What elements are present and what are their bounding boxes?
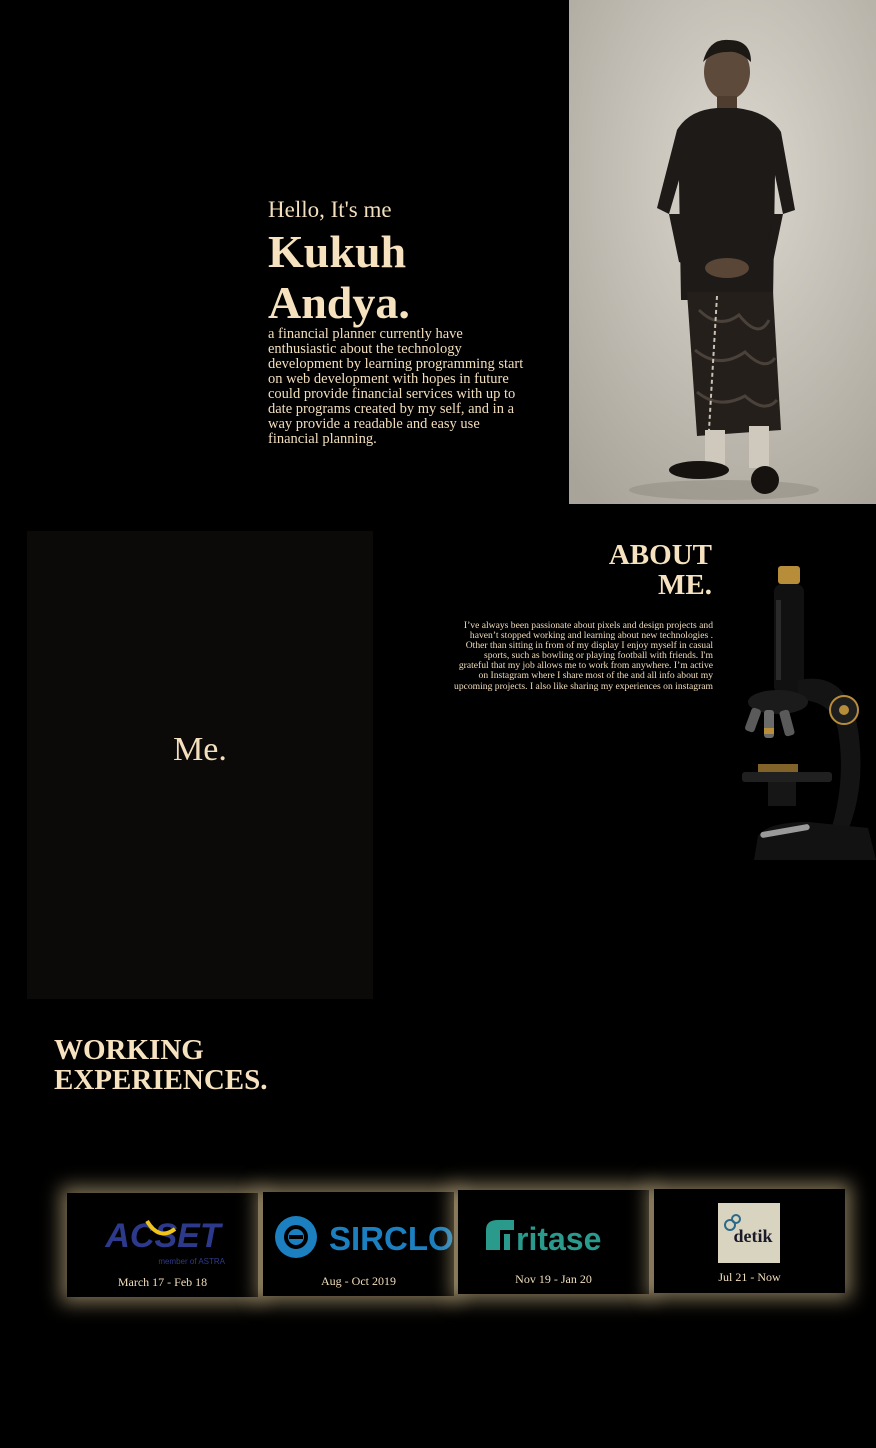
about-title: ABOUT ME. [609, 540, 712, 600]
experience-card-detik[interactable]: detik Jul 21 - Now [654, 1189, 845, 1293]
svg-text:ACSET: ACSET [104, 1217, 223, 1255]
about-title-line2: ME. [658, 569, 712, 601]
experience-date: Nov 19 - Jan 20 [515, 1272, 592, 1286]
experience-date: Aug - Oct 2019 [321, 1274, 396, 1288]
work-title-line1: WORKING [54, 1034, 204, 1066]
svg-text:ritase: ritase [516, 1221, 601, 1257]
detik-logo-icon: detik [654, 1203, 845, 1265]
me-card-label: Me. [173, 731, 227, 768]
sirclo-logo-icon: SIRCLO [263, 1206, 454, 1266]
experience-card-sirclo[interactable]: SIRCLO Aug - Oct 2019 [263, 1192, 454, 1296]
experience-card-ritase[interactable]: ritase Nov 19 - Jan 20 [458, 1190, 649, 1294]
about-title-line1: ABOUT [608, 539, 712, 571]
hero-name-first: Kukuh [268, 226, 407, 277]
svg-text:SIRCLO: SIRCLO [329, 1220, 454, 1257]
microscope-image [728, 560, 876, 880]
svg-text:member of ASTRA: member of ASTRA [158, 1257, 225, 1266]
acset-logo-icon: ACSET member of ASTRA [67, 1207, 258, 1267]
hero-greeting: Hello, It's me [268, 197, 392, 222]
work-title-line2: EXPERIENCES. [54, 1064, 268, 1096]
svg-text:detik: detik [733, 1226, 772, 1246]
experience-date: March 17 - Feb 18 [117, 1275, 208, 1289]
experience-card-acset[interactable]: ACSET member of ASTRA March 17 - Feb 18 [67, 1193, 258, 1297]
hero-name: Kukuh Andya. [268, 226, 410, 328]
profile-photo [569, 0, 876, 504]
hero-name-last: Andya. [268, 277, 410, 328]
hero-description: a financial planner currently have enthu… [268, 326, 524, 447]
work-title: WORKING EXPERIENCES. [54, 1035, 268, 1095]
about-body: I’ve always been passionate about pixels… [454, 620, 713, 692]
experience-date: Jul 21 - Now [718, 1270, 781, 1284]
ritase-logo-icon: ritase [458, 1204, 649, 1264]
